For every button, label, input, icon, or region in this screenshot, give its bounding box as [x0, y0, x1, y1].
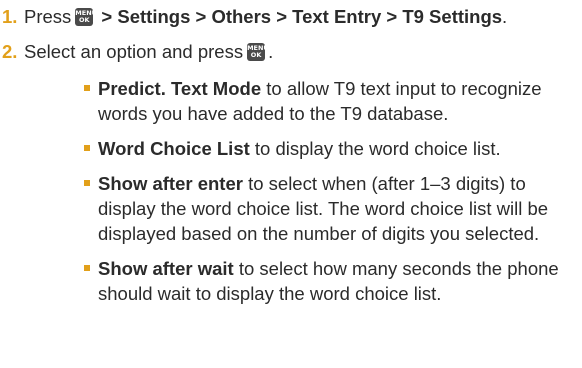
bullet-square-icon: [84, 180, 90, 186]
step-1-body: Press MENU OK > Settings > Others > Text E…: [24, 6, 507, 28]
list-item: Word Choice List to display the word cho…: [84, 136, 580, 161]
menu-ok-key-icon: MENU OK: [247, 43, 269, 61]
step-1-end: .: [502, 6, 508, 27]
step-2-text: Select an option and press: [24, 41, 244, 62]
step-2-end: .: [268, 41, 274, 62]
list-item: Show after enter to select when (after 1…: [84, 171, 580, 246]
step-2-number: 2.: [2, 41, 18, 62]
step-2-body: Select an option and press MENU OK.: [24, 41, 273, 63]
option-term: Show after enter: [98, 173, 243, 194]
bullet-square-icon: [84, 145, 90, 151]
menu-ok-key-icon: MENU OK: [75, 8, 97, 26]
step-1-text: Press: [24, 6, 72, 27]
option-term: Predict. Text Mode: [98, 78, 262, 99]
menu-path: > Settings > Others > Text Entry > T9 Se…: [96, 6, 503, 27]
bullet-square-icon: [84, 85, 90, 91]
list-item: Show after wait to select how many secon…: [84, 256, 580, 306]
step-1-number: 1.: [2, 6, 18, 27]
option-list: Predict. Text Mode to allow T9 text inpu…: [84, 76, 580, 316]
option-term: Show after wait: [98, 258, 234, 279]
list-item: Predict. Text Mode to allow T9 text inpu…: [84, 76, 580, 126]
bullet-square-icon: [84, 265, 90, 271]
option-term: Word Choice List: [98, 138, 250, 159]
option-description: to display the word choice list.: [249, 138, 501, 159]
